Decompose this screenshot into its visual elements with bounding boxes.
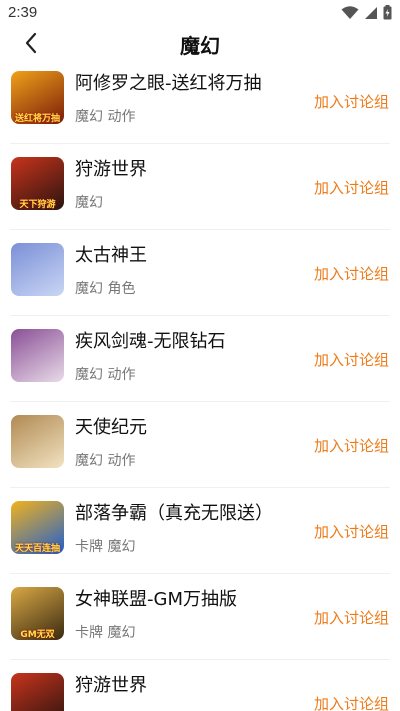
game-list-item[interactable]: 疾风剑魂-无限钻石魔幻 动作 加入讨论组	[0, 316, 400, 402]
game-name: 太古神王	[75, 245, 147, 266]
game-icon-caption: 送红将万抽	[14, 113, 60, 124]
game-tags: 魔幻 动作	[75, 367, 136, 383]
game-tags: 卡牌 魔幻	[75, 539, 136, 555]
game-list-item[interactable]: 狩游世界加入讨论组	[0, 660, 400, 711]
game-icon[interactable]: GM无双	[11, 587, 64, 640]
status-bar: 2:39	[0, 0, 400, 26]
game-icon-caption: 天天百连抽	[14, 543, 60, 554]
battery-icon	[383, 5, 392, 20]
game-list-item[interactable]: 天使纪元魔幻 动作 加入讨论组	[0, 402, 400, 488]
game-name: 狩游世界	[75, 675, 147, 696]
join-discussion-button[interactable]: 加入讨论组	[314, 435, 389, 456]
cellular-icon	[365, 6, 377, 19]
game-list-item[interactable]: 天天百连抽 部落争霸（真充无限送） 卡牌 魔幻 加入讨论组	[0, 488, 400, 574]
status-icons	[341, 5, 392, 20]
game-icon[interactable]: 天天百连抽	[11, 501, 64, 554]
app-bar: 魔幻	[0, 26, 400, 60]
join-discussion-button[interactable]: 加入讨论组	[314, 521, 389, 542]
game-name: 天使纪元	[75, 417, 147, 438]
game-list-item[interactable]: 送红将万抽 阿修罗之眼-送红将万抽魔幻 动作 加入讨论组	[0, 60, 400, 144]
game-list[interactable]: 送红将万抽 阿修罗之眼-送红将万抽 魔幻 动作 加入讨论组 天下狩游 狩游世界 魔幻 加入讨论…	[0, 60, 400, 711]
game-tags: 魔幻 角色	[75, 281, 136, 297]
game-icon[interactable]	[11, 673, 64, 711]
join-discussion-button[interactable]: 加入讨论组	[314, 349, 389, 370]
game-name: 女神联盟-GM万抽版	[75, 589, 237, 610]
game-name: 阿修罗之眼-送红将万抽	[75, 73, 262, 94]
join-discussion-button[interactable]: 加入讨论组	[314, 263, 389, 284]
game-name: 狩游世界	[75, 159, 147, 180]
game-icon[interactable]	[11, 243, 64, 296]
game-tags: 魔幻 动作	[75, 109, 136, 125]
game-icon[interactable]	[11, 415, 64, 468]
game-list-item[interactable]: 太古神王魔幻 角色 加入讨论组	[0, 230, 400, 316]
join-discussion-button[interactable]: 加入讨论组	[314, 91, 389, 112]
join-discussion-button[interactable]: 加入讨论组	[314, 607, 389, 628]
wifi-icon	[341, 5, 359, 19]
game-icon-caption: 天下狩游	[19, 199, 56, 210]
game-icon-caption	[11, 282, 64, 296]
game-tags: 魔幻	[75, 195, 103, 211]
game-name: 部落争霸（真充无限送）	[75, 503, 273, 524]
game-tags: 卡牌 魔幻	[75, 625, 136, 641]
join-discussion-button[interactable]: 加入讨论组	[314, 177, 389, 198]
game-list-item[interactable]: 天下狩游 狩游世界魔幻 加入讨论组	[0, 144, 400, 230]
game-icon-caption	[11, 454, 64, 468]
game-list-item[interactable]: GM无双 女神联盟-GM万抽版卡牌 魔幻 加入讨论组	[0, 574, 400, 660]
status-time: 2:39	[8, 4, 38, 21]
join-discussion-button[interactable]: 加入讨论组	[314, 693, 389, 711]
game-name: 疾风剑魂-无限钻石	[75, 331, 226, 352]
game-icon[interactable]: 送红将万抽	[11, 71, 64, 124]
game-icon[interactable]: 天下狩游	[11, 157, 64, 210]
game-tags: 魔幻 动作	[75, 453, 136, 469]
game-icon-caption: GM无双	[20, 629, 55, 640]
game-icon-caption	[11, 368, 64, 382]
page-title: 魔幻	[180, 34, 220, 58]
game-icon[interactable]	[11, 329, 64, 382]
